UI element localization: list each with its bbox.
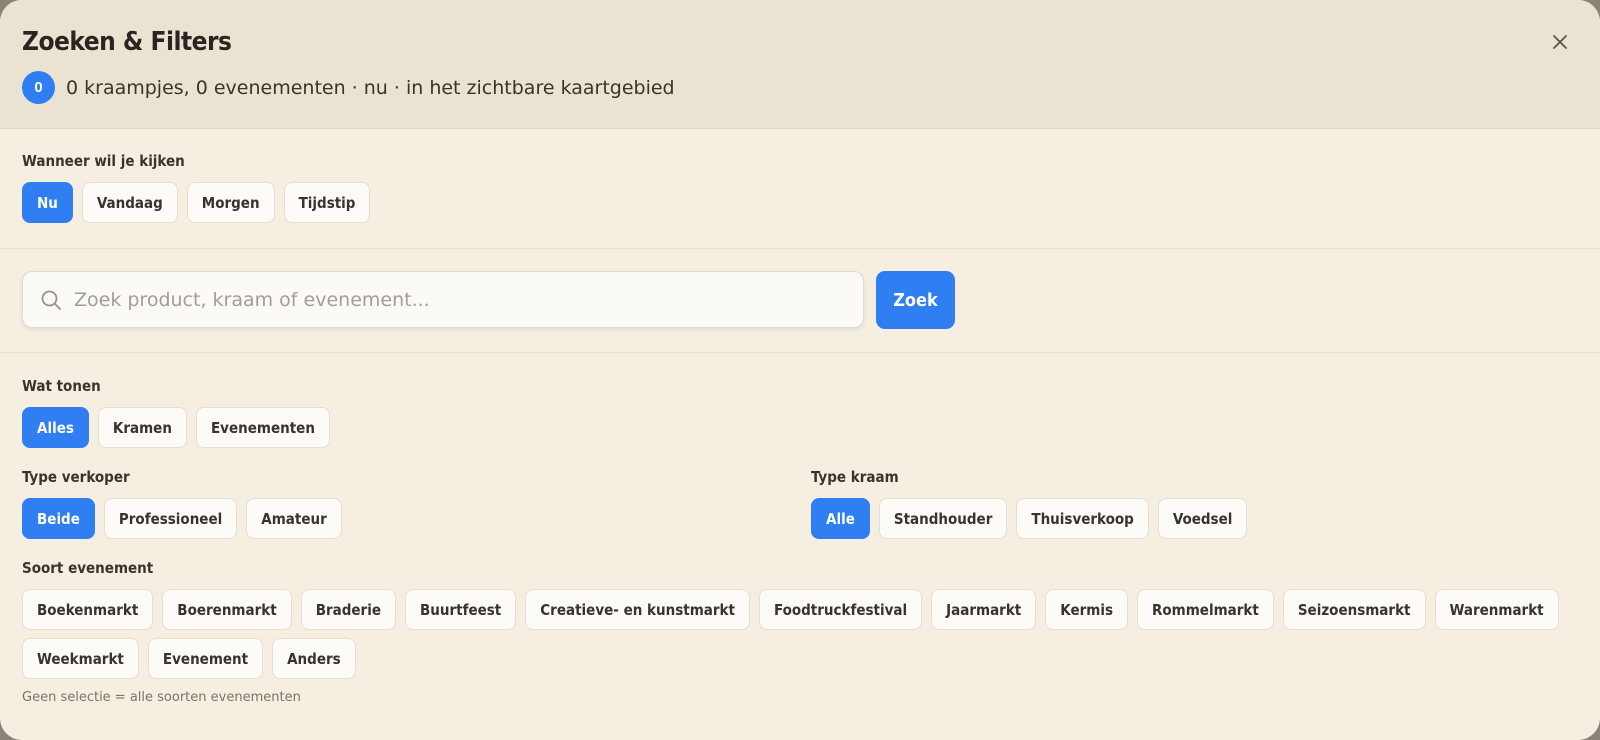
stall-option-alle[interactable]: Alle (811, 498, 870, 539)
event-kind-option-kermis[interactable]: Kermis (1045, 589, 1128, 630)
filters-section: Wat tonen Alles Kramen Evenementen Type ve… (0, 353, 1600, 705)
show-option-evenementen[interactable]: Evenementen (195, 407, 330, 448)
event-kind-option-seizoensmarkt[interactable]: Seizoensmarkt (1282, 589, 1426, 630)
stall-option-thuisverkoop[interactable]: Thuisverkoop (1016, 498, 1149, 539)
event-kind-option-warenmarkt[interactable]: Warenmarkt (1434, 589, 1559, 630)
event-kind-hint: Geen selectie = alle soorten evenementen (22, 690, 301, 705)
event-kind-options: Boekenmarkt Boerenmarkt Braderie Buurtfeest… (22, 589, 1578, 679)
type-filters-row: Type verkoper Beide Professioneel Amateur … (22, 468, 1578, 539)
stall-type-group: Type kraam Alle Standhouder Thuisverkoop Vo… (811, 468, 1511, 539)
event-kind-group: Soort evenement Boekenmarkt Boerenmarkt Br… (22, 559, 1578, 705)
event-kind-option-weekmarkt[interactable]: Weekmarkt (22, 638, 139, 679)
stall-type-label: Type kraam (811, 468, 899, 486)
stall-option-standhouder[interactable]: Standhouder (878, 498, 1008, 539)
event-kind-option-braderie[interactable]: Braderie (300, 589, 396, 630)
seller-option-beide[interactable]: Beide (22, 498, 95, 539)
show-options: Alles Kramen Evenementen (22, 407, 1578, 448)
event-kind-option-anders[interactable]: Anders (272, 638, 356, 679)
search-input[interactable] (74, 288, 834, 311)
seller-type-group: Type verkoper Beide Professioneel Amateur (22, 468, 811, 539)
when-options: Nu Vandaag Morgen Tijdstip (22, 182, 1578, 223)
search-section: Zoek (0, 249, 1600, 353)
search-field[interactable] (22, 271, 864, 328)
search-button[interactable]: Zoek (876, 271, 955, 329)
when-option-nu[interactable]: Nu (22, 182, 73, 223)
result-summary-text: 0 kraampjes, 0 evenementen · nu · in het… (66, 76, 675, 99)
show-option-kramen[interactable]: Kramen (97, 407, 187, 448)
show-label: Wat tonen (22, 377, 101, 395)
close-icon (1553, 35, 1567, 49)
search-icon (41, 290, 61, 310)
search-filters-panel: Zoeken & Filters 0 0 kraampjes, 0 evenem… (0, 0, 1600, 740)
when-section: Wanneer wil je kijken Nu Vandaag Morgen Tij… (0, 129, 1600, 249)
event-kind-option-foodtruckfestival[interactable]: Foodtruckfestival (758, 589, 923, 630)
event-kind-option-boekenmarkt[interactable]: Boekenmarkt (22, 589, 154, 630)
when-option-vandaag[interactable]: Vandaag (81, 182, 178, 223)
event-kind-option-rommelmarkt[interactable]: Rommelmarkt (1137, 589, 1274, 630)
show-option-alles[interactable]: Alles (22, 407, 89, 448)
event-kind-option-evenement[interactable]: Evenement (147, 638, 264, 679)
event-kind-option-buurtfeest[interactable]: Buurtfeest (404, 589, 517, 630)
event-kind-option-jaarmarkt[interactable]: Jaarmarkt (931, 589, 1037, 630)
when-label: Wanneer wil je kijken (22, 152, 185, 170)
stall-type-options: Alle Standhouder Thuisverkoop Voedsel (811, 498, 1511, 539)
event-kind-option-boerenmarkt[interactable]: Boerenmarkt (162, 589, 292, 630)
event-kind-label: Soort evenement (22, 559, 154, 577)
when-option-tijdstip[interactable]: Tijdstip (283, 182, 371, 223)
seller-option-professioneel[interactable]: Professioneel (103, 498, 238, 539)
panel-title: Zoeken & Filters (22, 27, 232, 57)
close-button[interactable] (1546, 28, 1574, 56)
seller-type-label: Type verkoper (22, 468, 130, 486)
event-kind-option-creatieve-en-kunstmarkt[interactable]: Creatieve- en kunstmarkt (525, 589, 750, 630)
seller-option-amateur[interactable]: Amateur (246, 498, 342, 539)
stall-option-voedsel[interactable]: Voedsel (1157, 498, 1248, 539)
seller-type-options: Beide Professioneel Amateur (22, 498, 811, 539)
panel-header: Zoeken & Filters 0 0 kraampjes, 0 evenem… (0, 0, 1600, 129)
when-option-morgen[interactable]: Morgen (186, 182, 275, 223)
result-summary: 0 0 kraampjes, 0 evenementen · nu · in h… (22, 71, 1578, 104)
result-count-badge: 0 (22, 71, 55, 104)
